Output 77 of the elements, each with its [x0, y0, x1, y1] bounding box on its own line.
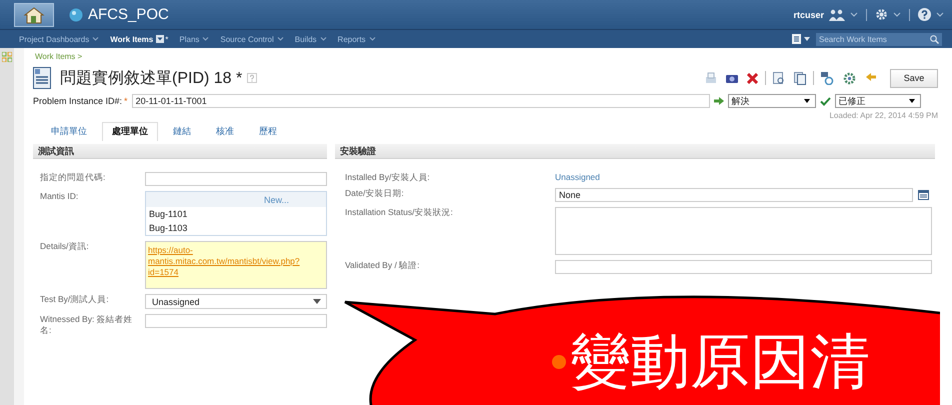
nav-menu-item[interactable]: Reports	[338, 34, 366, 44]
id-input[interactable]: 20-11-01-11-T001	[132, 94, 710, 108]
search-icon[interactable]	[930, 34, 939, 44]
field-label: Witnessed By: 簽結者姓名:	[40, 314, 134, 336]
delete-icon[interactable]	[747, 72, 758, 84]
field-label: 指定的問題代碼:	[40, 172, 106, 183]
caret-icon	[908, 99, 915, 103]
dropdown-icon[interactable]	[156, 35, 164, 43]
chevron-icon[interactable]	[368, 37, 376, 41]
field-label: Date/安裝日期:	[345, 188, 405, 199]
page-search-icon[interactable]	[773, 72, 785, 84]
test-by-select[interactable]: Unassigned	[145, 294, 327, 309]
search-field[interactable]: Search Work Items	[816, 32, 942, 46]
nav-menu-item[interactable]: Plans	[179, 34, 200, 44]
unsaved-marker: *	[165, 34, 168, 44]
state-select[interactable]: 已修正	[834, 94, 921, 108]
required-marker: *	[124, 96, 128, 106]
tab[interactable]: 處理單位	[102, 122, 158, 141]
field-label: Validated By / 驗證:	[345, 260, 421, 271]
chevron-icon[interactable]	[936, 12, 944, 17]
date-input[interactable]: None	[555, 188, 913, 202]
grid-icon[interactable]	[2, 52, 12, 62]
list-item[interactable]: Bug-1101	[146, 207, 326, 221]
page-title: 問題實例敘述單(PID) 18 *	[60, 68, 242, 88]
caret-icon	[313, 299, 321, 304]
check-icon	[820, 96, 831, 106]
tab[interactable]: 核准	[206, 122, 244, 141]
field-label: Details/資訊:	[40, 241, 90, 252]
id-label: Problem Instance ID#:	[33, 96, 122, 106]
tab[interactable]: 歷程	[249, 122, 287, 141]
people-icon[interactable]	[829, 8, 845, 20]
copy-icon[interactable]	[794, 72, 806, 84]
loaded-timestamp: Loaded: Apr 22, 2014 4:59 PM	[829, 111, 938, 120]
arrow-right-icon	[714, 97, 724, 105]
nav-menu-item[interactable]: Source Control	[220, 34, 274, 44]
printer-icon[interactable]	[705, 72, 717, 84]
caret-icon[interactable]	[804, 37, 810, 41]
field-label: Installed By/安裝人員:	[345, 172, 431, 183]
action-select[interactable]: 解決	[728, 94, 816, 108]
callout-text: 變動原因清	[570, 332, 870, 392]
user-name[interactable]: rtcuser	[793, 10, 824, 20]
caret-icon	[804, 99, 810, 103]
form-icon	[33, 67, 51, 89]
field-label: Test By/測試人員:	[40, 294, 110, 305]
text-input[interactable]	[145, 314, 327, 328]
chevron-icon[interactable]	[92, 37, 100, 41]
globe-icon	[69, 8, 83, 22]
breadcrumb-link[interactable]: Work Items >	[35, 52, 82, 61]
list-item[interactable]: Bug-1103	[146, 221, 326, 235]
tab[interactable]: 申請單位	[41, 122, 97, 141]
chevron-icon[interactable]	[276, 37, 284, 41]
nav-menu-item[interactable]: Project Dashboards	[19, 34, 90, 44]
section-header: 安裝驗證	[335, 144, 935, 159]
chevron-icon[interactable]	[893, 12, 901, 17]
nav-menu-item[interactable]: Builds	[294, 34, 317, 44]
house-icon	[23, 6, 45, 24]
chevron-icon[interactable]	[850, 12, 858, 17]
save-button[interactable]: Save	[890, 68, 938, 88]
field-label: Mantis ID:	[40, 191, 80, 202]
text-input[interactable]	[555, 260, 932, 274]
calendar-icon[interactable]	[918, 190, 929, 200]
installer-link[interactable]: Unassigned	[555, 172, 600, 182]
document-icon[interactable]	[792, 34, 801, 44]
settings-icon[interactable]	[875, 8, 888, 21]
nav-menu-item[interactable]: Work Items	[110, 34, 154, 44]
text-input[interactable]	[145, 172, 327, 186]
home-button[interactable]	[14, 2, 54, 26]
chevron-icon[interactable]	[320, 37, 327, 41]
gear-icon[interactable]	[843, 72, 856, 84]
tab[interactable]: 鏈結	[163, 122, 201, 141]
section-header: 測試資訊	[33, 144, 327, 159]
project-title: AFCS_POC	[88, 6, 169, 23]
camera-icon[interactable]	[726, 73, 738, 83]
chevron-icon[interactable]	[202, 37, 210, 41]
help-icon[interactable]	[918, 8, 931, 21]
field-label: Installation Status/安裝狀況:	[345, 207, 454, 218]
new-link[interactable]: New...	[264, 194, 289, 204]
